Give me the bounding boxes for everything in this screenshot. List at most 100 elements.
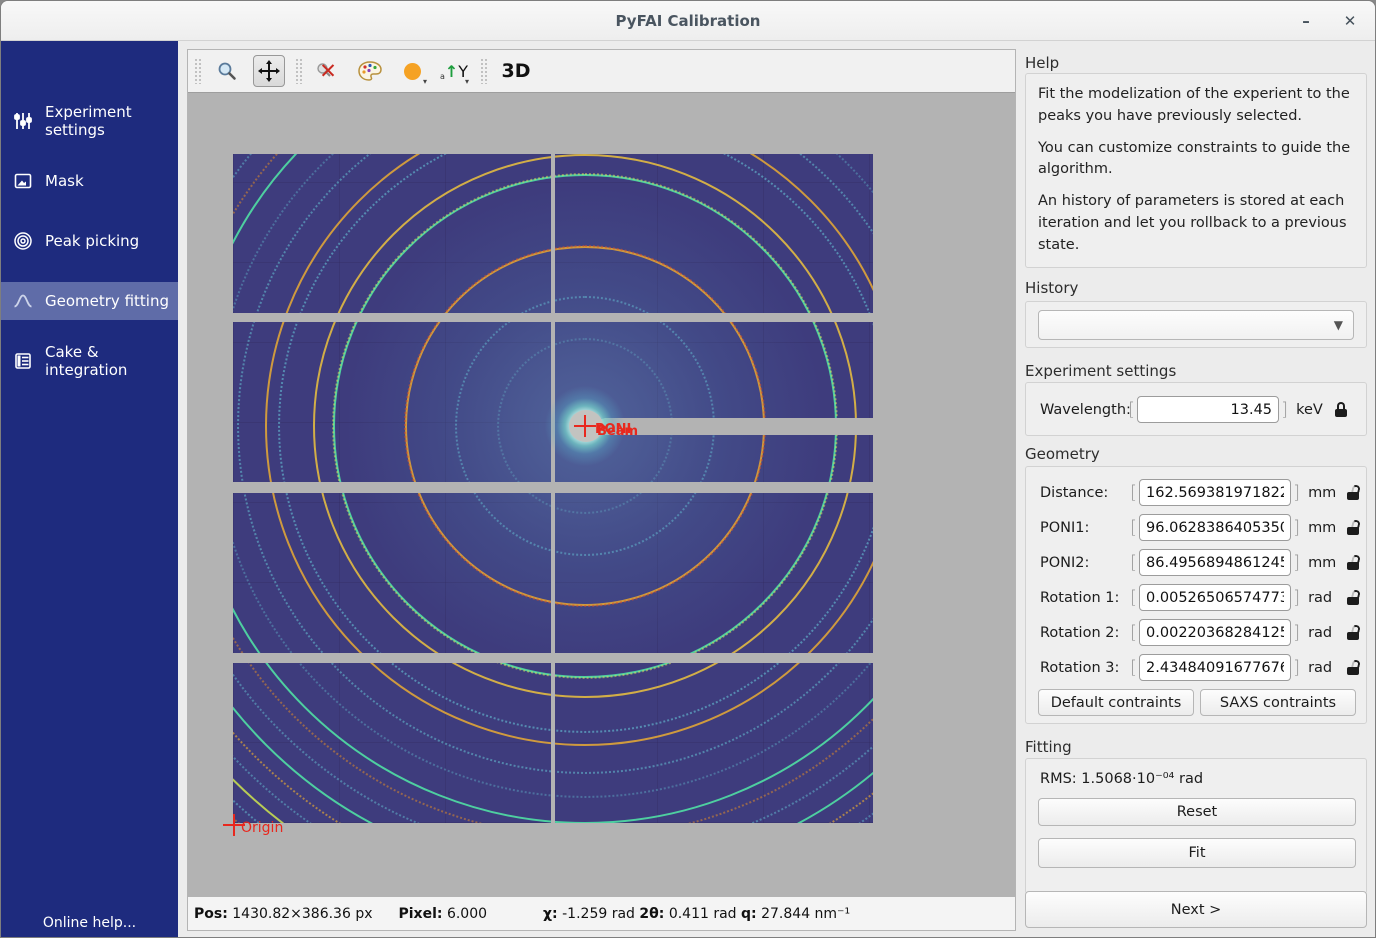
minimize-button[interactable]: –	[1293, 9, 1319, 33]
lock-icon[interactable]	[1346, 590, 1359, 605]
next-button[interactable]: Next >	[1025, 891, 1367, 928]
sidebar-item-mask[interactable]: Mask	[1, 162, 178, 200]
poni1-row: PONI1: [ ] mm	[1040, 514, 1359, 541]
y-axis-orientation-button[interactable]: a↑Y ▾	[438, 55, 470, 87]
move-arrows-icon	[257, 59, 281, 83]
detector-image: PONI Beam	[233, 154, 873, 823]
rotation3-unit: rad	[1308, 660, 1340, 676]
window-title: PyFAI Calibration	[616, 12, 761, 30]
geometry-box: Distance: [ ] mm PONI1: [ ] mm PONI2: [ …	[1025, 466, 1367, 724]
constraint-bracket: [	[1128, 657, 1139, 678]
diffraction-image-canvas[interactable]: PONI Beam Origin	[188, 92, 1015, 898]
saxs-constraints-button[interactable]: SAXS contraints	[1200, 689, 1356, 716]
rotation2-field[interactable]	[1139, 619, 1291, 646]
geometry-section-title: Geometry	[1025, 445, 1100, 463]
poni1-label: PONI1:	[1040, 520, 1128, 536]
distance-field[interactable]	[1139, 479, 1291, 506]
poni2-field[interactable]	[1139, 549, 1291, 576]
sidebar-item-cake-integration[interactable]: Cake & integration	[1, 342, 178, 380]
rotation3-label: Rotation 3:	[1040, 660, 1128, 676]
rotation1-unit: rad	[1308, 590, 1340, 606]
constraint-bracket: ]	[1291, 657, 1302, 678]
help-paragraph: You can customize constraints to guide t…	[1038, 138, 1354, 182]
poni2-unit: mm	[1308, 555, 1340, 571]
lock-icon[interactable]	[1334, 402, 1347, 417]
rotation2-row: Rotation 2: [ ] rad	[1040, 619, 1359, 646]
help-box: Fit the modelization of the experient to…	[1025, 73, 1367, 268]
rms-label: RMS:	[1040, 771, 1077, 787]
plot-area: ✕ ▾ a↑Y ▾ 3D	[187, 49, 1016, 931]
fit-button[interactable]: Fit	[1038, 838, 1356, 868]
poni2-row: PONI2: [ ] mm	[1040, 549, 1359, 576]
3d-label: 3D	[502, 60, 531, 82]
poni1-field[interactable]	[1139, 514, 1291, 541]
lock-icon[interactable]	[1346, 520, 1359, 535]
titlebar: PyFAI Calibration – ✕	[1, 1, 1375, 41]
lock-icon[interactable]	[1346, 660, 1359, 675]
help-paragraph: An history of parameters is stored at ea…	[1038, 191, 1354, 256]
constraint-bracket: ]	[1291, 552, 1302, 573]
constraint-bracket: ]	[1291, 587, 1302, 608]
toolbar-grip-handle[interactable]	[194, 58, 201, 84]
gaussian-peak-icon	[13, 291, 33, 311]
reset-button[interactable]: Reset	[1038, 798, 1356, 826]
pan-tool-button[interactable]	[253, 55, 285, 87]
sidebar-item-peak-picking[interactable]: Peak picking	[1, 222, 178, 260]
fitting-section-title: Fitting	[1025, 738, 1072, 756]
beam-center-cross-icon	[574, 415, 596, 437]
constraint-bracket: ]	[1291, 622, 1302, 643]
lock-icon[interactable]	[1346, 555, 1359, 570]
distance-label: Distance:	[1040, 485, 1128, 501]
marker-style-button[interactable]: ▾	[396, 55, 428, 87]
zoom-tool-button[interactable]	[211, 55, 243, 87]
rotation1-label: Rotation 1:	[1040, 590, 1128, 606]
rotation3-row: Rotation 3: [ ] rad	[1040, 654, 1359, 681]
online-help-link[interactable]: Online help...	[1, 915, 178, 931]
statusbar: Pos: 1430.82×386.36 px Pixel: 6.000 χ: -…	[188, 897, 1015, 930]
history-dropdown[interactable]: ▼	[1038, 310, 1354, 340]
chi-label: χ:	[543, 906, 558, 922]
lock-icon[interactable]	[1346, 485, 1359, 500]
constraint-bracket: ]	[1291, 482, 1302, 503]
constraint-bracket: [	[1126, 399, 1137, 420]
constraint-bracket: [	[1128, 552, 1139, 573]
rotation1-field[interactable]	[1139, 584, 1291, 611]
chevron-down-icon: ▼	[1334, 318, 1343, 332]
concentric-rings-icon	[13, 231, 33, 251]
3d-view-button[interactable]: 3D	[497, 55, 535, 87]
lock-icon[interactable]	[1346, 625, 1359, 640]
wavelength-field[interactable]	[1137, 396, 1279, 423]
constraint-bracket: [	[1128, 587, 1139, 608]
rotation2-unit: rad	[1308, 625, 1340, 641]
module-gap-horizontal	[233, 313, 873, 322]
wavelength-label: Wavelength:	[1040, 402, 1126, 418]
sidebar-item-geometry-fitting[interactable]: Geometry fitting	[1, 282, 178, 320]
two-theta-label: 2θ:	[639, 906, 664, 922]
constraint-bracket: ]	[1279, 399, 1290, 420]
toolbar-grip-handle[interactable]	[480, 58, 487, 84]
default-constraints-button[interactable]: Default contraints	[1038, 689, 1194, 716]
pixel-label: Pixel:	[399, 906, 443, 922]
rotation2-label: Rotation 2:	[1040, 625, 1128, 641]
y-axis-icon: a↑Y	[440, 62, 468, 81]
history-box: ▼	[1025, 301, 1367, 348]
magnifier-icon	[216, 60, 238, 82]
reset-zoom-button[interactable]: ✕	[312, 55, 344, 87]
sidebar: Experiment settings Mask Peak picking Ge…	[1, 41, 178, 938]
fitting-box: RMS: 1.5068·10⁻⁰⁴ rad Reset Fit	[1025, 758, 1367, 894]
sidebar-item-label: Cake & integration	[45, 343, 178, 379]
toolbar-grip-handle[interactable]	[295, 58, 302, 84]
constraint-bracket: ]	[1291, 517, 1302, 538]
sidebar-item-experiment-settings[interactable]: Experiment settings	[1, 102, 178, 140]
colormap-button[interactable]	[354, 55, 386, 87]
close-button[interactable]: ✕	[1337, 9, 1363, 33]
wavelength-unit: keV	[1296, 402, 1328, 418]
rotation3-field[interactable]	[1139, 654, 1291, 681]
poni1-unit: mm	[1308, 520, 1340, 536]
rms-readout: RMS: 1.5068·10⁻⁰⁴ rad	[1040, 771, 1203, 787]
distance-row: Distance: [ ] mm	[1040, 479, 1359, 506]
help-paragraph: Fit the modelization of the experient to…	[1038, 84, 1354, 128]
distance-unit: mm	[1308, 485, 1340, 501]
palette-icon	[357, 60, 383, 82]
rms-value: 1.5068·10⁻⁰⁴	[1081, 771, 1174, 787]
